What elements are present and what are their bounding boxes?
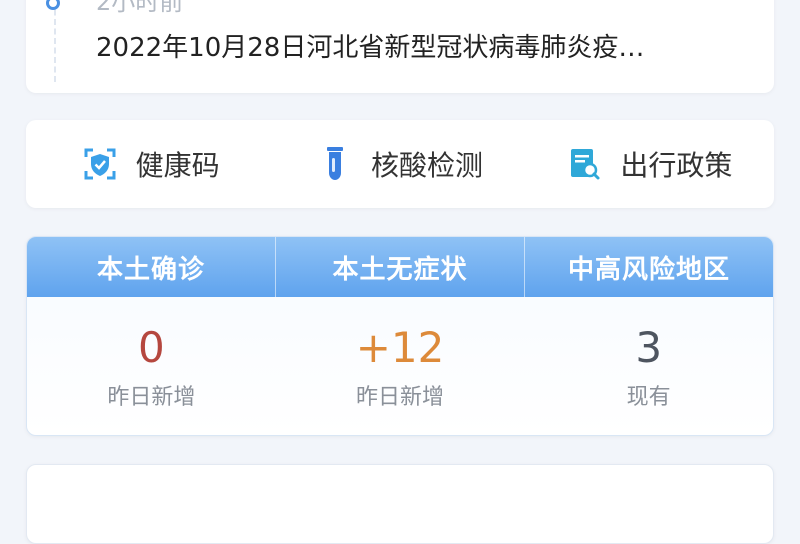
local-asymptomatic-value: +12 — [355, 323, 445, 372]
test-tube-icon — [317, 146, 353, 182]
covid-stats-card: 本土确诊 本土无症状 中高风险地区 0 昨日新增 +12 昨日新增 3 现有 — [26, 236, 774, 436]
quick-links-bar: 健康码 核酸检测 出行政策 — [26, 120, 774, 208]
header-local-asymptomatic: 本土无症状 — [275, 237, 524, 297]
header-local-confirmed: 本土确诊 — [96, 254, 205, 285]
stat-risk-areas: 3 现有 — [524, 297, 773, 435]
health-code-label: 健康码 — [135, 149, 220, 182]
risk-areas-value: 3 — [635, 323, 663, 372]
risk-areas-sub: 现有 — [626, 385, 671, 410]
news-time: 2小时前 — [96, 0, 184, 16]
health-code-link[interactable]: 健康码 — [26, 120, 275, 208]
local-asymptomatic-sub: 昨日新增 — [356, 385, 445, 410]
news-headline[interactable]: 2022年10月28日河北省新型冠状病毒肺炎疫… — [96, 30, 736, 66]
stats-body: 0 昨日新增 +12 昨日新增 3 现有 — [27, 297, 773, 435]
header-risk-areas: 中高风险地区 — [524, 237, 773, 297]
nucleic-test-label: 核酸检测 — [370, 149, 483, 182]
timeline-dot — [46, 0, 60, 10]
document-search-icon — [566, 146, 602, 182]
stat-local-asymptomatic: +12 昨日新增 — [276, 297, 525, 435]
travel-policy-label: 出行政策 — [620, 149, 733, 182]
local-confirmed-value: 0 — [137, 323, 165, 372]
news-card[interactable]: 2小时前 2022年10月28日河北省新型冠状病毒肺炎疫… — [26, 0, 774, 93]
local-confirmed-sub: 昨日新增 — [107, 385, 196, 410]
stat-local-confirmed: 0 昨日新增 — [27, 297, 276, 435]
health-code-shield-icon — [82, 146, 118, 182]
nucleic-test-link[interactable]: 核酸检测 — [275, 120, 524, 208]
next-card — [26, 464, 774, 544]
travel-policy-link[interactable]: 出行政策 — [525, 120, 774, 208]
stats-header: 本土确诊 本土无症状 中高风险地区 — [27, 237, 773, 297]
timeline-line — [54, 0, 56, 82]
